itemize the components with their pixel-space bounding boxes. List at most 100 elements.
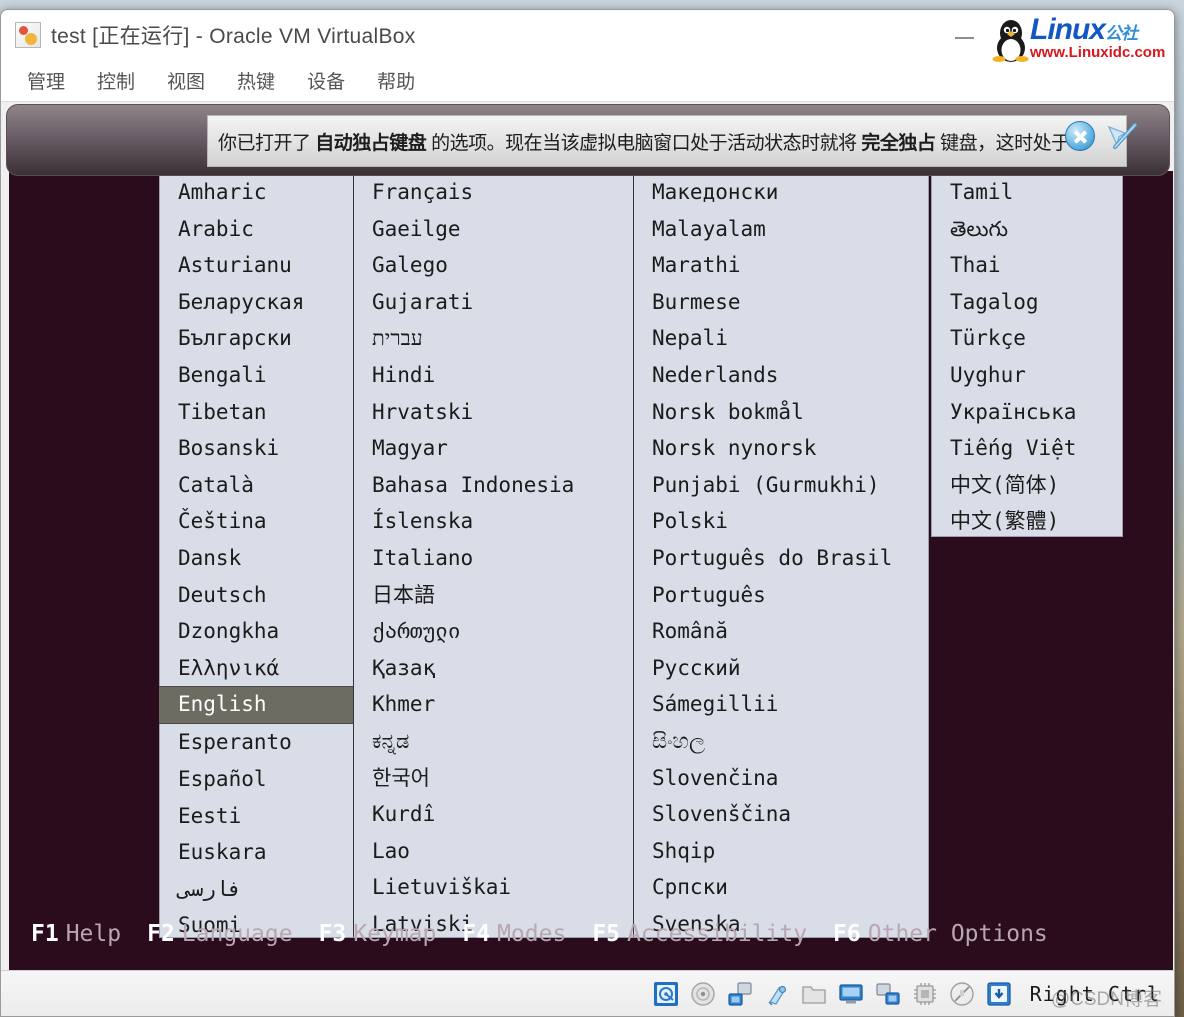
language-column-3[interactable]: Македонски Malayalam Marathi Burmese Nepali N… [634, 172, 928, 937]
language-item[interactable]: Eesti [160, 798, 353, 835]
language-list-side[interactable]: Tamil తెలుగు Thai Tagalog Türkçe Uyghur Україн… [931, 171, 1123, 537]
language-item[interactable]: Slovenščina [634, 796, 928, 833]
network-icon[interactable] [726, 980, 754, 1008]
language-item[interactable]: Slovenčina [634, 760, 928, 797]
language-column-1[interactable]: Amharic Arabic Asturianu Беларуская Българск… [159, 172, 354, 937]
fkey-language[interactable]: F2 Language [147, 921, 292, 947]
language-item[interactable]: Punjabi (Gurmukhi) [634, 467, 928, 504]
language-item[interactable]: Esperanto [160, 724, 353, 761]
language-item[interactable]: ಕನ್ನಡ [354, 723, 633, 760]
hard-disk-icon[interactable] [652, 980, 680, 1008]
language-item[interactable]: Dzongkha [160, 613, 353, 650]
language-item[interactable]: Dansk [160, 540, 353, 577]
language-item[interactable]: Gujarati [354, 284, 633, 321]
language-item[interactable]: Беларуская [160, 284, 353, 321]
language-item[interactable]: Français [354, 174, 633, 211]
language-item[interactable]: Ελληνικά [160, 650, 353, 687]
language-item[interactable]: Sámegillii [634, 686, 928, 723]
language-item[interactable]: Íslenska [354, 503, 633, 540]
language-item[interactable]: Bosanski [160, 430, 353, 467]
language-item[interactable]: Español [160, 761, 353, 798]
language-item[interactable]: Magyar [354, 430, 633, 467]
language-item[interactable]: Thai [932, 247, 1122, 284]
language-item[interactable]: Arabic [160, 211, 353, 248]
fkey-other-options[interactable]: F6 Other Options [833, 921, 1048, 947]
language-item[interactable]: Amharic [160, 174, 353, 211]
language-item[interactable]: Lao [354, 833, 633, 870]
optical-disk-icon[interactable] [689, 980, 717, 1008]
language-item[interactable]: 中文(简体) [932, 467, 1122, 504]
menu-input[interactable]: 热键 [225, 63, 287, 98]
language-item[interactable]: Burmese [634, 284, 928, 321]
fkey-modes[interactable]: F4 Modes [462, 921, 566, 947]
cpu-icon[interactable] [911, 980, 939, 1008]
language-item[interactable]: עברית [354, 320, 633, 357]
language-list-main[interactable]: Amharic Arabic Asturianu Беларуская Българск… [159, 171, 929, 938]
language-item[interactable]: English [159, 686, 353, 725]
language-item[interactable]: Български [160, 320, 353, 357]
language-item[interactable]: ქართული [354, 613, 633, 650]
language-item[interactable]: Română [634, 613, 928, 650]
language-item[interactable]: Català [160, 467, 353, 504]
language-item[interactable]: فارسی [160, 871, 353, 908]
menu-help[interactable]: 帮助 [365, 63, 427, 98]
language-item[interactable]: Bahasa Indonesia [354, 467, 633, 504]
language-item[interactable]: Euskara [160, 834, 353, 871]
language-item[interactable]: 日本語 [354, 577, 633, 614]
language-item[interactable]: Tamil [932, 174, 1122, 211]
language-item[interactable]: Tibetan [160, 394, 353, 431]
language-item[interactable]: Tiếng Việt [932, 430, 1122, 467]
disable-notification-icon[interactable] [1105, 121, 1139, 151]
language-column-4[interactable]: Tamil తెలుగు Thai Tagalog Türkçe Uyghur Україн… [932, 172, 1122, 536]
language-item[interactable]: 中文(繁體) [932, 503, 1122, 540]
host-key-icon[interactable] [985, 980, 1013, 1008]
mouse-icon[interactable] [948, 980, 976, 1008]
language-item[interactable]: Galego [354, 247, 633, 284]
language-item[interactable]: Italiano [354, 540, 633, 577]
language-column-2[interactable]: Français Gaeilge Galego Gujarati עברית Hindi H… [354, 172, 634, 937]
language-item[interactable]: Русский [634, 650, 928, 687]
language-item[interactable]: Türkçe [932, 320, 1122, 357]
language-item[interactable]: Malayalam [634, 211, 928, 248]
menu-manage[interactable]: 管理 [15, 63, 77, 98]
language-item[interactable]: Uyghur [932, 357, 1122, 394]
language-item[interactable]: Українська [932, 394, 1122, 431]
language-item[interactable]: 한국어 [354, 760, 633, 797]
usb-icon[interactable] [763, 980, 791, 1008]
display-icon[interactable] [837, 980, 865, 1008]
shared-folder-icon[interactable] [800, 980, 828, 1008]
language-item[interactable]: Hindi [354, 357, 633, 394]
language-item[interactable]: Norsk bokmål [634, 394, 928, 431]
language-item[interactable]: Khmer [354, 686, 633, 723]
language-item[interactable]: తెలుగు [932, 211, 1122, 248]
fkey-accessibility[interactable]: F5 Accessibility [592, 921, 807, 947]
language-item[interactable]: Қазақ [354, 650, 633, 687]
language-item[interactable]: Norsk nynorsk [634, 430, 928, 467]
language-item[interactable]: Asturianu [160, 247, 353, 284]
remote-desktop-icon[interactable] [874, 980, 902, 1008]
menu-machine[interactable]: 控制 [85, 63, 147, 98]
language-item[interactable]: Čeština [160, 503, 353, 540]
language-item[interactable]: සිංහල [634, 723, 928, 760]
language-item[interactable]: Deutsch [160, 577, 353, 614]
close-icon[interactable] [1065, 121, 1095, 151]
fkey-help[interactable]: F1 Help [31, 921, 121, 947]
minimize-button[interactable] [951, 26, 979, 46]
language-item[interactable]: Lietuviškai [354, 869, 633, 906]
fkey-keymap[interactable]: F3 Keymap [319, 921, 437, 947]
menu-devices[interactable]: 设备 [295, 63, 357, 98]
language-item[interactable]: Nepali [634, 320, 928, 357]
language-item[interactable]: Bengali [160, 357, 353, 394]
language-item[interactable]: Српски [634, 869, 928, 906]
language-item[interactable]: Português [634, 577, 928, 614]
language-item[interactable]: Tagalog [932, 284, 1122, 321]
language-item[interactable]: Marathi [634, 247, 928, 284]
language-item[interactable]: Hrvatski [354, 394, 633, 431]
language-item[interactable]: Gaeilge [354, 211, 633, 248]
language-item[interactable]: Nederlands [634, 357, 928, 394]
language-item[interactable]: Kurdî [354, 796, 633, 833]
menu-view[interactable]: 视图 [155, 63, 217, 98]
language-item[interactable]: Македонски [634, 174, 928, 211]
language-item[interactable]: Polski [634, 503, 928, 540]
language-item[interactable]: Shqip [634, 833, 928, 870]
